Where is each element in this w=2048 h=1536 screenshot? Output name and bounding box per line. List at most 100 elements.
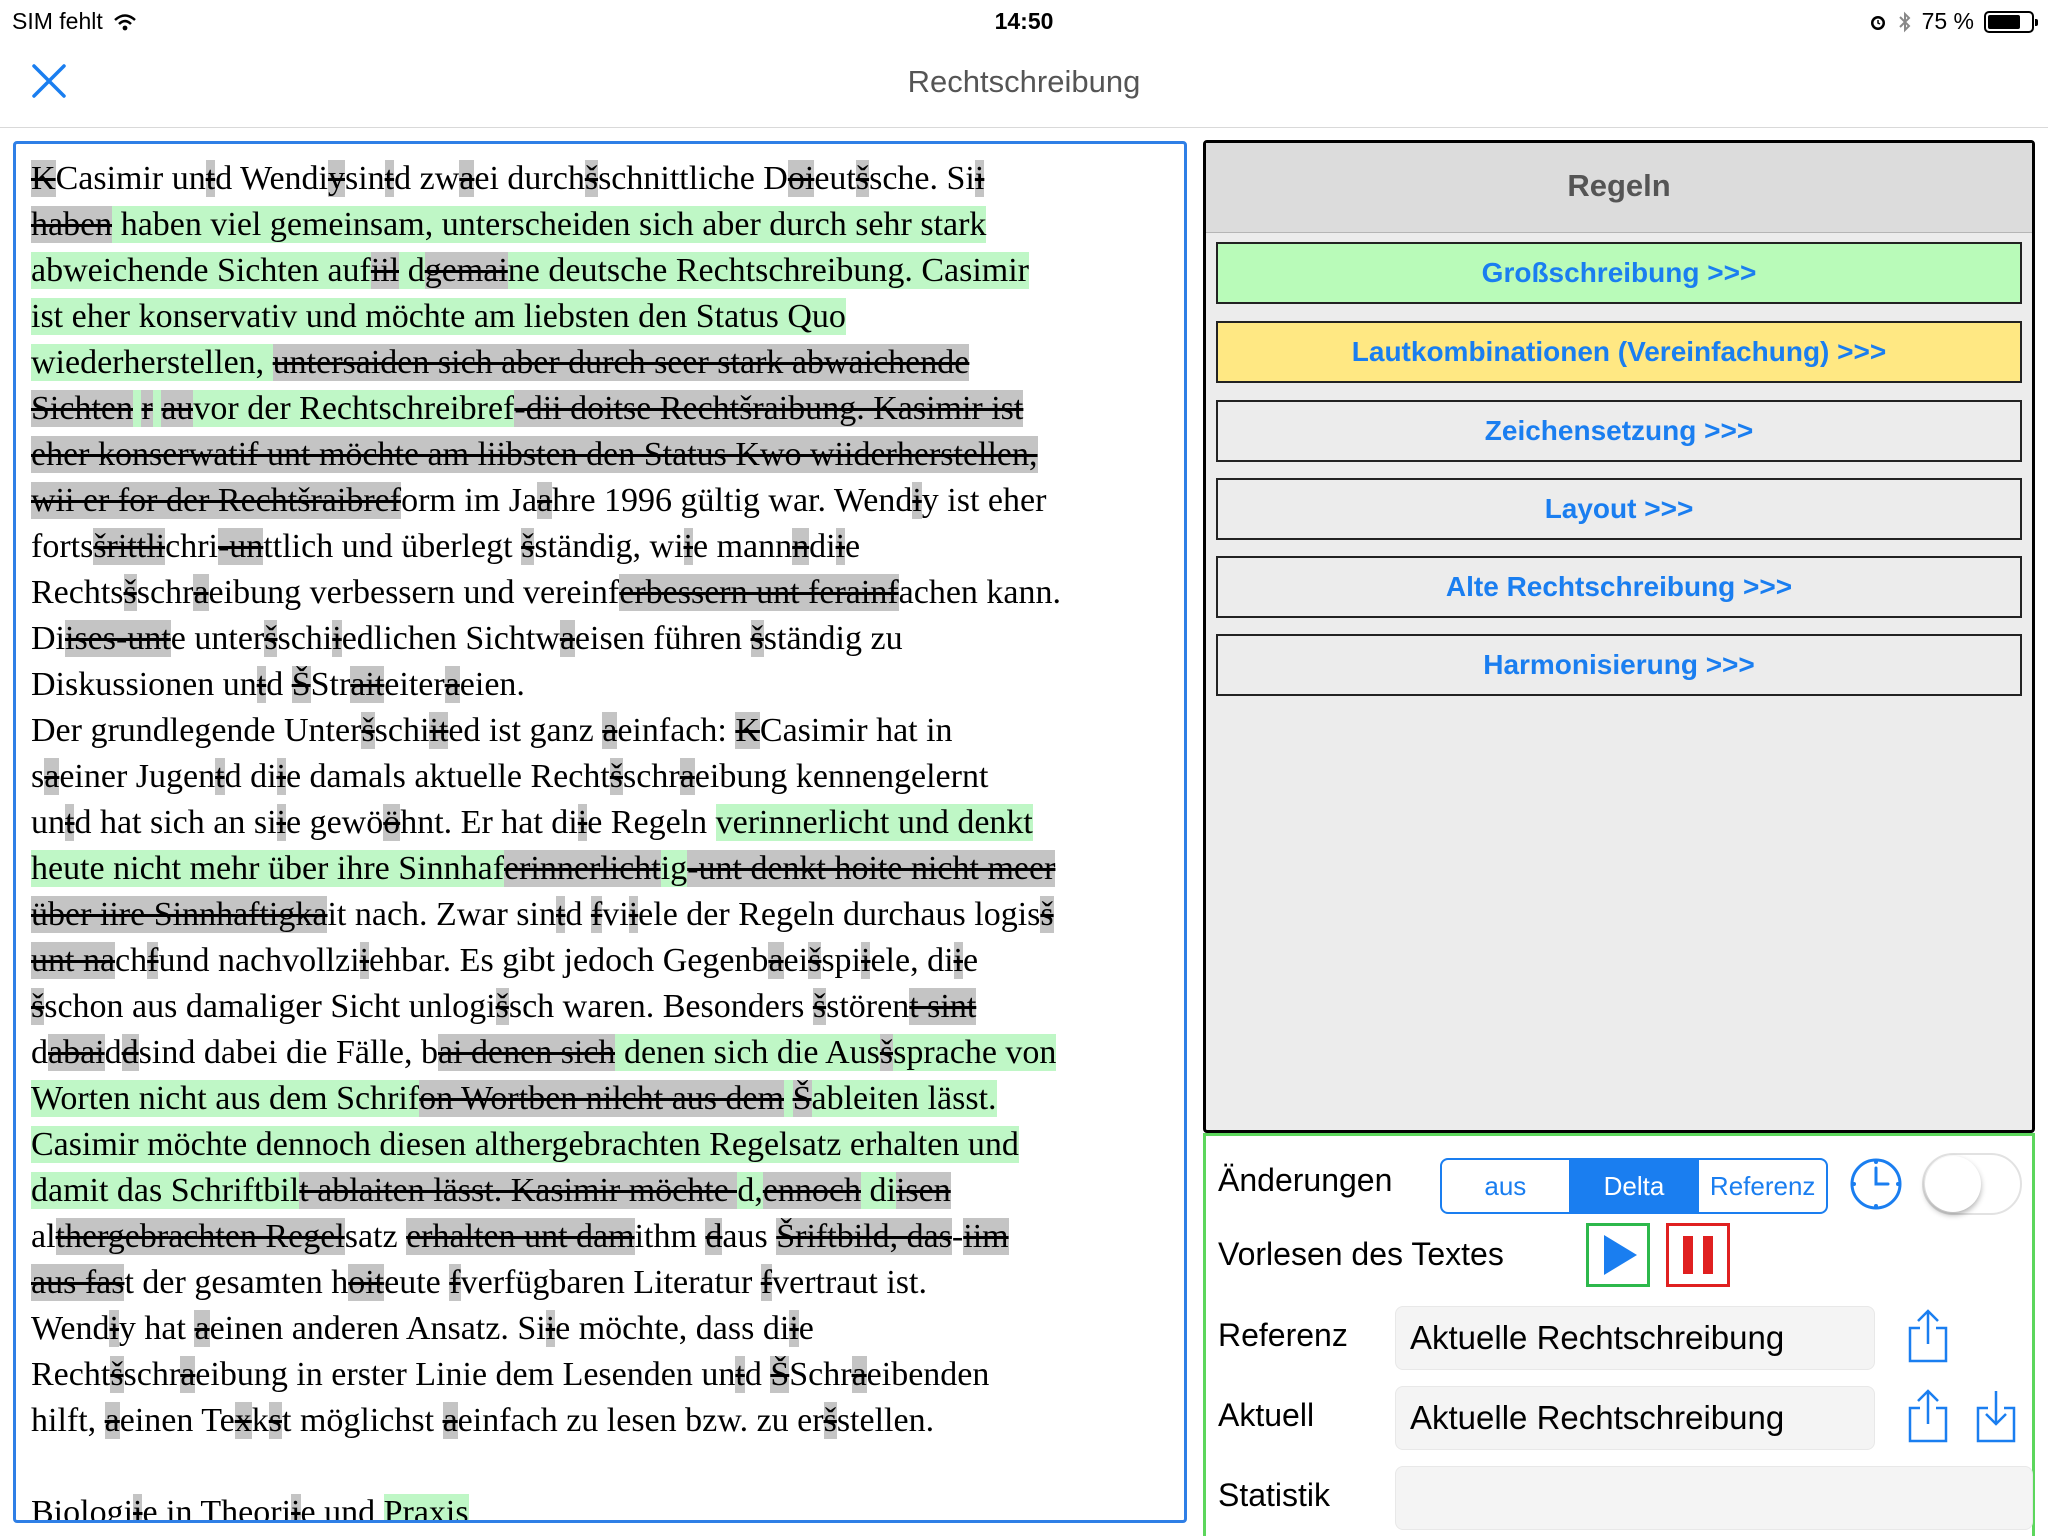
text-segment: e in Theori (142, 1494, 292, 1523)
text-segment: k (251, 1402, 269, 1439)
text-line: haben haben viel gemeinsam, unterscheide… (31, 202, 1184, 248)
added-text: Casimir möchte dennoch diesen althergebr… (31, 1126, 1019, 1163)
removed-text: K (31, 160, 56, 197)
removed-text: i (545, 1310, 556, 1347)
text-segment: eute (384, 1264, 450, 1301)
removed-text: š (812, 988, 827, 1025)
added-text: wiederherstellen, (31, 344, 273, 381)
text-segment: eiter (384, 666, 445, 703)
removed-text: š (584, 160, 599, 197)
added-text: verinnerlicht und denkt (715, 804, 1033, 841)
text-segment: ei (783, 942, 809, 979)
text-segment: e möchte, dass di (555, 1310, 790, 1347)
pause-button[interactable] (1666, 1223, 1730, 1287)
removed-text: š (855, 160, 870, 197)
text-line (31, 1444, 1184, 1490)
control-panel: Änderungen aus Delta Referenz Vorlesen d… (1203, 1133, 2035, 1536)
removed-text: i (276, 804, 286, 841)
removed-text: i (628, 896, 639, 933)
removed-text: ennoch (762, 1172, 861, 1209)
removed-text: eher konserwatif unt möchte am liibsten … (31, 436, 1038, 473)
text-line: damit das Schriftbilt ablaiten lässt. Ka… (31, 1168, 1184, 1214)
removed-text: ai denen sich (437, 1034, 616, 1071)
removed-text: r (141, 390, 153, 427)
navigation-bar: Rechtschreibung (0, 40, 2048, 128)
text-line: dabaiddsind dabei die Fälle, bai denen s… (31, 1030, 1184, 1076)
text-segment: d di (224, 758, 277, 795)
text-segment: eibenden (866, 1356, 990, 1393)
text-segment: Str (310, 666, 351, 703)
text-line: Biologiie in Theoriie und Praxis (31, 1490, 1184, 1523)
text-segment: t der gesamten h (124, 1264, 349, 1301)
removed-text: a (768, 942, 784, 979)
text-segment: eisen führen (574, 620, 751, 657)
text-segment: eibung verbessern und vereinf (208, 574, 620, 611)
added-text: damit das Schriftbil (31, 1172, 300, 1209)
removed-text: t (205, 160, 216, 197)
removed-text: a (851, 1356, 867, 1393)
text-line: Casimir möchte dennoch diesen althergebr… (31, 1122, 1184, 1168)
rule-button-layout[interactable]: Layout >>> (1216, 478, 2022, 540)
removed-text: d (121, 1034, 139, 1071)
text-segment: e damals aktuelle Recht (285, 758, 610, 795)
text-line: eher konserwatif unt möchte am liibsten … (31, 432, 1184, 478)
status-time: 14:50 (994, 8, 1054, 34)
text-segment: schon aus damaliger Sicht unlogi (44, 988, 496, 1025)
clock-icon[interactable] (1848, 1156, 1904, 1212)
share-icon[interactable] (1906, 1308, 1950, 1364)
added-text (784, 1080, 793, 1117)
text-line: hilft, aeinen Texkst möglichst aeinfach … (31, 1398, 1184, 1444)
removed-text: d (705, 1218, 723, 1255)
text-segment: achen kann. (898, 574, 1062, 611)
text-line: untd hat sich an siie gewööhnt. Er hat d… (31, 800, 1184, 846)
removed-text: a (104, 1402, 120, 1439)
text-segment: ele der Regeln durchaus logis (638, 896, 1041, 933)
added-text: haben viel gemeinsam, unterscheiden sich… (112, 206, 987, 243)
removed-text: Š (291, 666, 311, 703)
text-segment: Recht (31, 1356, 111, 1393)
rule-button-capitalization[interactable]: Großschreibung >>> (1216, 242, 2022, 304)
removed-text: Š (792, 1080, 812, 1117)
added-text: Worten nicht aus dem Schrif (31, 1080, 420, 1117)
text-segment: und nachvollzi (158, 942, 360, 979)
removed-text: i (683, 528, 693, 565)
text-line: KCasimir untd Wendiysintd zwaei durchšsc… (31, 156, 1184, 202)
text-segment: d (31, 1034, 48, 1071)
removed-text: a (559, 620, 575, 657)
segment-reference[interactable]: Referenz (1697, 1160, 1826, 1212)
segment-delta[interactable]: Delta (1568, 1160, 1698, 1212)
statistics-field[interactable] (1395, 1466, 2033, 1530)
rule-button-harmonization[interactable]: Harmonisierung >>> (1216, 634, 2022, 696)
text-segment: ttlich und überlegt (263, 528, 522, 565)
removed-text: a (44, 758, 60, 795)
removed-text: ö (383, 804, 401, 841)
added-text: ig (660, 850, 688, 887)
text-segment: Wend (31, 1310, 110, 1347)
play-button[interactable] (1586, 1223, 1650, 1287)
removed-text: a (180, 1356, 196, 1393)
removed-text: i (359, 942, 370, 979)
changes-segmented-control[interactable]: aus Delta Referenz (1440, 1158, 1828, 1214)
download-icon[interactable] (1974, 1388, 2018, 1444)
removed-text: š (1040, 896, 1054, 933)
current-field[interactable]: Aktuelle Rechtschreibung (1395, 1386, 1875, 1450)
delta-toggle[interactable] (1922, 1153, 2022, 1215)
text-segment: verfügbaren Literatur (460, 1264, 761, 1301)
added-text: ableiten lässt. (811, 1080, 997, 1117)
removed-text: -unt (116, 620, 171, 657)
reference-field[interactable]: Aktuelle Rechtschreibung (1395, 1306, 1875, 1370)
text-segment: ch (115, 942, 148, 979)
text-editor[interactable]: KCasimir untd Wendiysintd zwaei durchšsc… (13, 141, 1187, 1523)
share-icon[interactable] (1906, 1388, 1950, 1444)
text-segment: ithm (634, 1218, 706, 1255)
removed-text: oi (787, 160, 815, 197)
segment-off[interactable]: aus (1442, 1160, 1569, 1212)
status-right: 75 % (1868, 8, 2038, 35)
rule-button-punctuation[interactable]: Zeichensetzung >>> (1216, 400, 2022, 462)
rule-button-sound-combinations[interactable]: Lautkombinationen (Vereinfachung) >>> (1216, 321, 2022, 383)
rule-button-old-spelling[interactable]: Alte Rechtschreibung >>> (1216, 556, 2022, 618)
text-segment: eibung in erster Linie dem Lesenden un (195, 1356, 736, 1393)
removed-text: s (268, 1402, 282, 1439)
toggle-knob (1925, 1156, 1981, 1212)
removed-text: a (537, 482, 553, 519)
